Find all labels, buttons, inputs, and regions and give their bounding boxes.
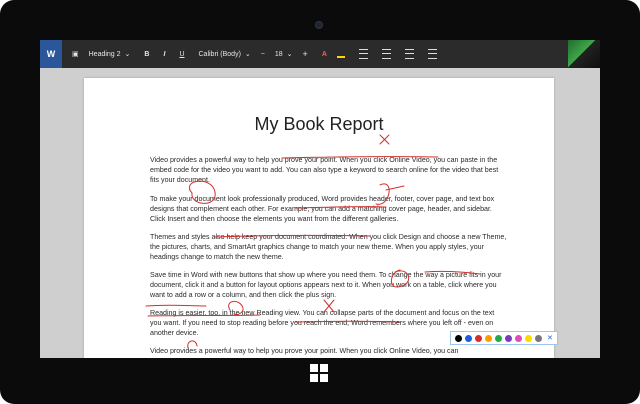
- document-title: My Book Report: [254, 114, 384, 134]
- windows-start-icon[interactable]: [310, 364, 328, 382]
- decrease-size-button[interactable]: −: [261, 51, 265, 58]
- close-icon[interactable]: ✕: [547, 334, 553, 342]
- increase-size-button[interactable]: +: [303, 49, 308, 59]
- ink-color-purple[interactable]: [505, 334, 512, 342]
- avatar[interactable]: [568, 40, 600, 68]
- font-dropdown[interactable]: Calibri (Body): [199, 50, 251, 58]
- paragraph-6: Video provides a powerful way to help yo…: [150, 347, 459, 355]
- paragraph-3: Themes and styles also help keep your do…: [150, 233, 507, 262]
- app-logo-letter: W: [46, 49, 56, 59]
- align-justify-icon[interactable]: [427, 49, 437, 59]
- ink-color-orange[interactable]: [485, 334, 492, 342]
- tablet-bezel: W ▣ Heading 2 B I U Calibri (Body) − 18 …: [0, 0, 640, 404]
- paragraph-1: Video provides a powerful way to help yo…: [150, 156, 499, 185]
- ribbon-toolbar: W ▣ Heading 2 B I U Calibri (Body) − 18 …: [40, 40, 600, 68]
- ink-color-yellow[interactable]: [525, 334, 532, 342]
- screen: W ▣ Heading 2 B I U Calibri (Body) − 18 …: [40, 40, 600, 358]
- font-color-icon[interactable]: A: [322, 51, 327, 58]
- style-dropdown[interactable]: Heading 2: [89, 50, 131, 58]
- ink-color-green[interactable]: [495, 334, 502, 342]
- document-page[interactable]: My Book Report Video provides a powerful…: [84, 78, 554, 358]
- paragraph-2: To make your document look professionall…: [150, 195, 495, 224]
- ink-palette: ✕: [450, 331, 558, 345]
- ink-color-red[interactable]: [475, 334, 482, 342]
- ink-color-gray[interactable]: [535, 334, 542, 342]
- word-logo-icon[interactable]: W: [40, 40, 62, 68]
- underline-button[interactable]: U: [179, 51, 184, 58]
- camera-icon: [315, 21, 323, 29]
- italic-button[interactable]: I: [163, 51, 165, 58]
- ink-color-pink[interactable]: [515, 334, 522, 342]
- align-right-icon[interactable]: [404, 49, 414, 59]
- align-center-icon[interactable]: [381, 49, 391, 59]
- font-size-dropdown[interactable]: 18: [275, 50, 293, 58]
- bold-button[interactable]: B: [144, 51, 149, 58]
- align-left-icon[interactable]: [358, 49, 368, 59]
- ink-color-black[interactable]: [455, 334, 462, 342]
- paragraph-4: Save time in Word with new buttons that …: [150, 271, 502, 300]
- file-icon[interactable]: ▣: [72, 50, 79, 58]
- highlighter-icon[interactable]: [336, 50, 345, 58]
- ink-color-blue[interactable]: [465, 334, 472, 342]
